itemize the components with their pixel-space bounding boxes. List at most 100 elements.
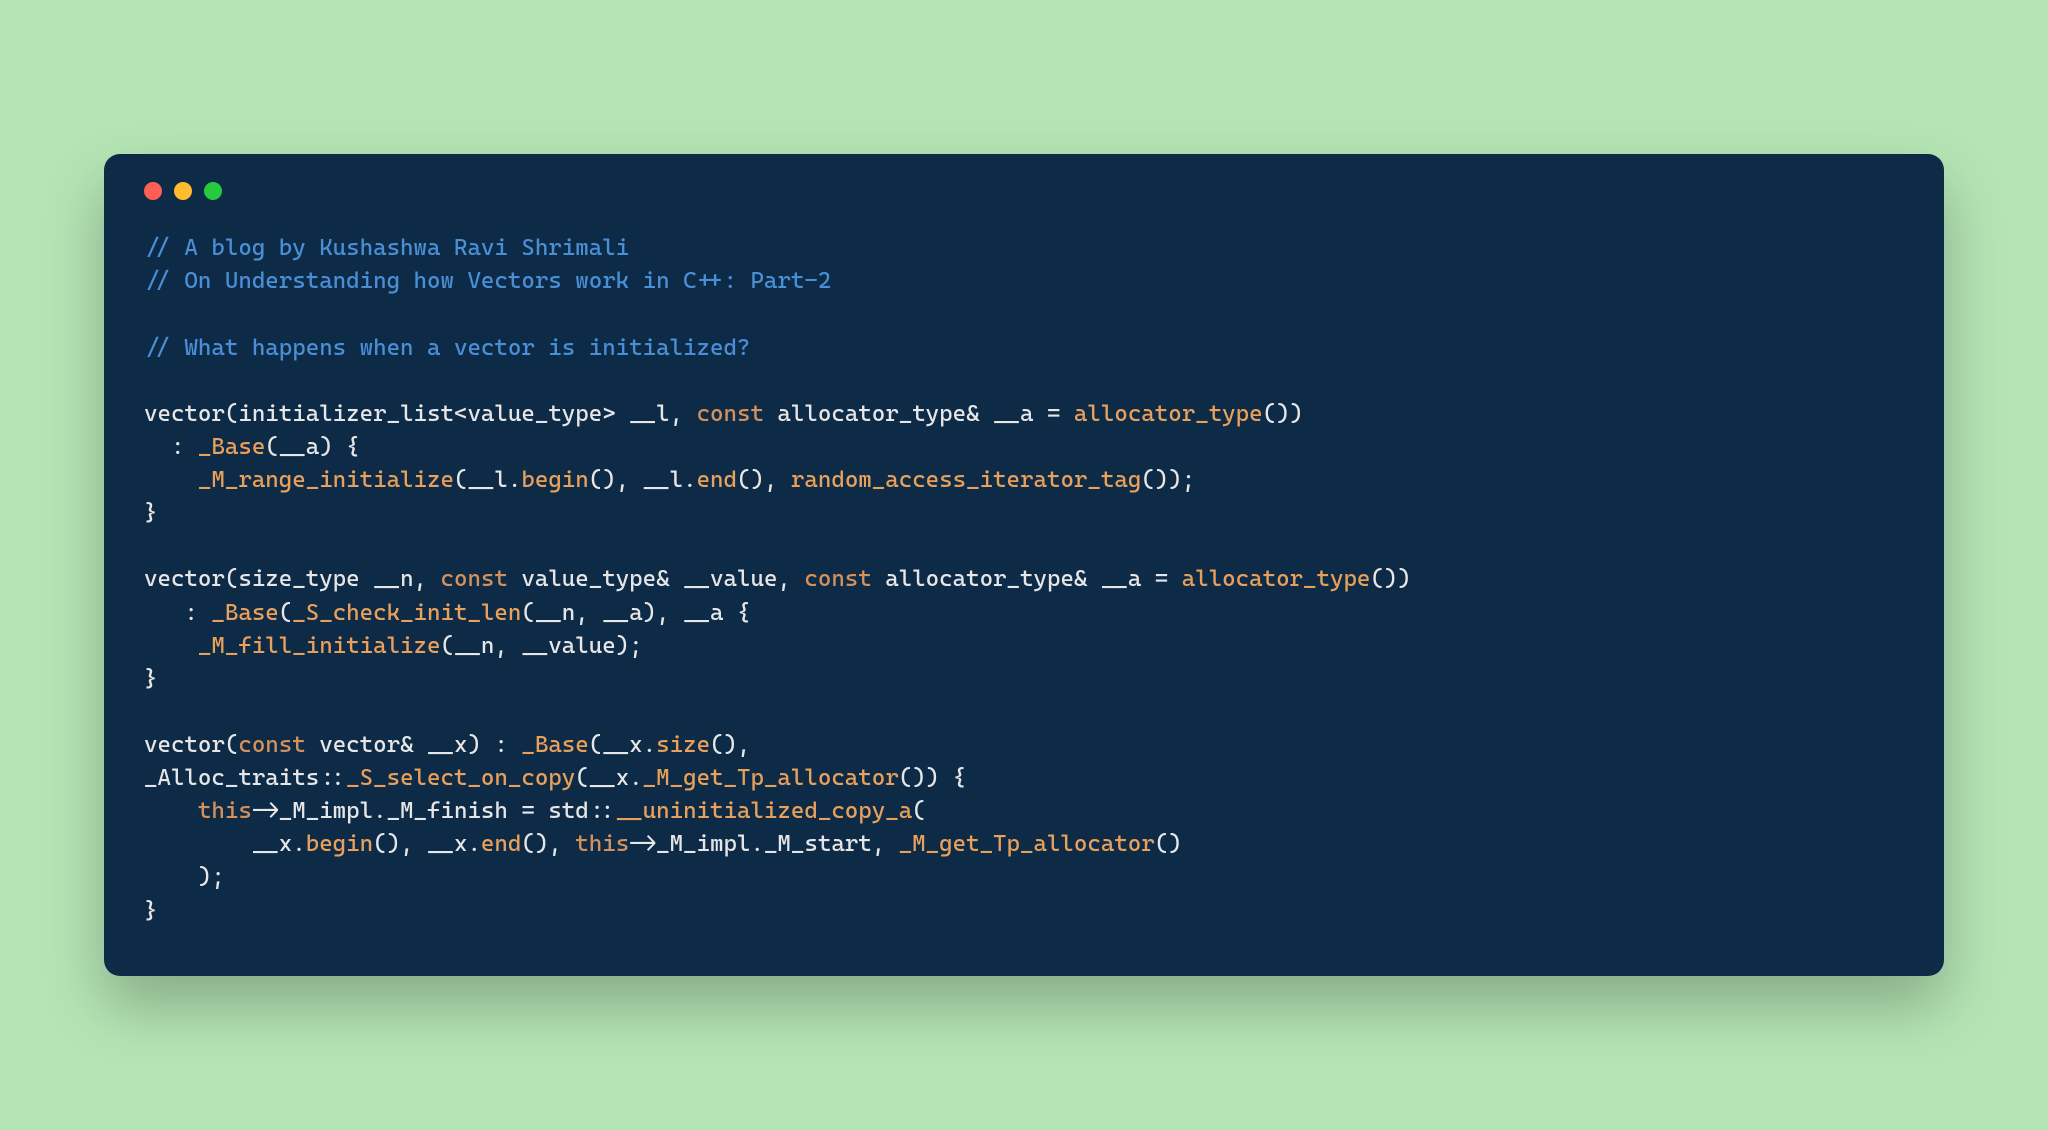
code-line: vector(const vector& __x) : _Base(__x.si… (144, 729, 1904, 762)
window-titlebar (144, 182, 1904, 200)
code-token: (), __x. (373, 831, 481, 857)
code-token: _M_get_Tp_allocator (643, 765, 899, 791)
code-line: : _Base(__a) { (144, 431, 1904, 464)
code-line: // On Understanding how Vectors work in … (144, 265, 1904, 298)
code-token: : (144, 600, 211, 626)
code-token: allocator_type& __a = (872, 566, 1182, 592)
code-token: ( (225, 732, 238, 758)
code-token: vector (144, 401, 225, 427)
code-token: ); (144, 864, 225, 890)
code-token: random_access_iterator_tag (791, 467, 1141, 493)
code-line: _M_range_initialize(__l.begin(), __l.end… (144, 464, 1904, 497)
close-icon[interactable] (144, 182, 162, 200)
code-line: } (144, 497, 1904, 530)
code-token: -> (252, 798, 279, 824)
code-line: this->_M_impl._M_finish = std::__uniniti… (144, 795, 1904, 828)
code-line: // What happens when a vector is initial… (144, 332, 1904, 365)
code-token: _Base (521, 732, 588, 758)
code-token: _M_impl._M_start, (656, 831, 899, 857)
code-token: value_type (467, 401, 602, 427)
code-line: ); (144, 861, 1904, 894)
code-line: } (144, 663, 1904, 696)
code-token: this (198, 798, 252, 824)
code-token: (__n, __a), __a { (521, 600, 750, 626)
code-token: _S_check_init_len (292, 600, 521, 626)
code-token: (), (737, 467, 791, 493)
code-token: (__n, __value); (440, 633, 642, 659)
code-token: vector (144, 732, 225, 758)
code-token: const (804, 566, 871, 592)
code-token: > (602, 401, 615, 427)
code-token: ( (279, 600, 292, 626)
code-token: (), (710, 732, 750, 758)
code-token: ( (225, 566, 238, 592)
code-token: _M_fill_initialize (198, 633, 441, 659)
code-line (144, 365, 1904, 398)
code-line: // A blog by Kushashwa Ravi Shrimali (144, 232, 1904, 265)
code-token: // What happens when a vector is initial… (144, 335, 750, 361)
code-token: _M_get_Tp_allocator (899, 831, 1155, 857)
code-token (144, 467, 198, 493)
code-line: __x.begin(), __x.end(), this->_M_impl._M… (144, 828, 1904, 861)
code-token: const (238, 732, 305, 758)
code-token: } (144, 666, 157, 692)
code-token (144, 633, 198, 659)
code-token: const (697, 401, 764, 427)
code-token: begin (521, 467, 588, 493)
code-token: (), __l. (589, 467, 697, 493)
code-line: vector(size_type __n, const value_type& … (144, 563, 1904, 596)
code-token: (__l. (454, 467, 521, 493)
code-token: const (441, 566, 508, 592)
code-token: allocator_type (1074, 401, 1263, 427)
minimize-icon[interactable] (174, 182, 192, 200)
code-token: (), (521, 831, 575, 857)
code-token: () (1155, 831, 1182, 857)
code-token: < (454, 401, 467, 427)
code-token: ()) { (899, 765, 966, 791)
code-line: } (144, 895, 1904, 928)
code-block: // A blog by Kushashwa Ravi Shrimali // O… (144, 232, 1904, 927)
code-line: _M_fill_initialize(__n, __value); (144, 630, 1904, 663)
code-token: ( (225, 401, 238, 427)
code-token: (__x. (575, 765, 642, 791)
code-token: // On Understanding how Vectors work in … (144, 268, 831, 294)
code-token: begin (306, 831, 373, 857)
code-line (144, 696, 1904, 729)
code-token: -> (629, 831, 656, 857)
code-token: _Base (211, 600, 278, 626)
code-token: ()) (1263, 401, 1303, 427)
code-token: __x. (144, 831, 306, 857)
code-token: (__a) { (265, 434, 359, 460)
code-window: // A blog by Kushashwa Ravi Shrimali // O… (104, 154, 1944, 975)
code-token (144, 798, 198, 824)
code-token: ( (912, 798, 925, 824)
code-line: vector(initializer_list<value_type> __l,… (144, 398, 1904, 431)
code-token: __uninitialized_copy_a (616, 798, 912, 824)
code-token: allocator_type& __a = (764, 401, 1074, 427)
code-token: size (656, 732, 710, 758)
code-token: end (697, 467, 737, 493)
code-token: vector (144, 566, 225, 592)
code-token: ()) (1370, 566, 1410, 592)
maximize-icon[interactable] (204, 182, 222, 200)
code-line: _Alloc_traits::_S_select_on_copy(__x._M_… (144, 762, 1904, 795)
code-token: } (144, 500, 157, 526)
code-token: _Alloc_traits:: (144, 765, 346, 791)
code-line (144, 530, 1904, 563)
code-token: this (575, 831, 629, 857)
code-token: } (144, 898, 157, 924)
code-token: _S_select_on_copy (346, 765, 575, 791)
code-token: end (481, 831, 521, 857)
code-token: (__x. (589, 732, 656, 758)
code-token: __l, (616, 401, 697, 427)
code-token: _Base (198, 434, 265, 460)
code-token: _M_range_initialize (198, 467, 454, 493)
code-token: allocator_type (1182, 566, 1371, 592)
code-token: ()); (1141, 467, 1195, 493)
code-token: value_type& __value, (508, 566, 804, 592)
code-token: // A blog by Kushashwa Ravi Shrimali (144, 235, 629, 261)
code-token: size_type __n, (238, 566, 440, 592)
code-line (144, 299, 1904, 332)
code-token: vector& __x) : (306, 732, 522, 758)
code-line: : _Base(_S_check_init_len(__n, __a), __a… (144, 597, 1904, 630)
